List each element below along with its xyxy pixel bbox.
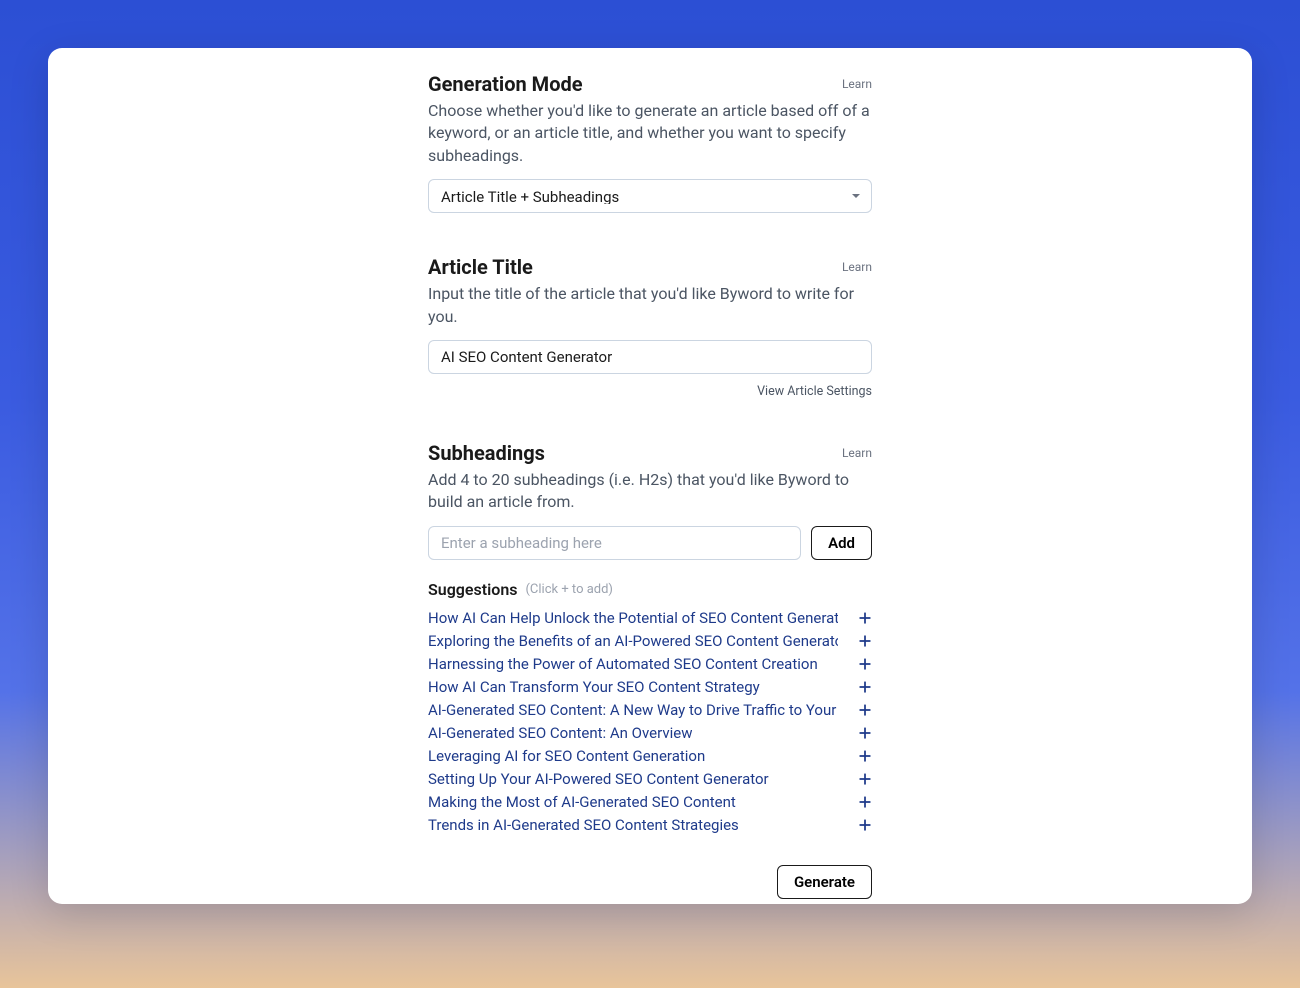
- plus-icon[interactable]: [858, 795, 872, 809]
- subheading-input[interactable]: [428, 526, 801, 560]
- suggestion-text: AI-Generated SEO Content: An Overview: [428, 724, 692, 742]
- article-title-input[interactable]: [428, 340, 872, 374]
- generate-button[interactable]: Generate: [777, 865, 872, 899]
- form-card: Generation Mode Learn Choose whether you…: [48, 48, 1252, 904]
- subheadings-title: Subheadings: [428, 441, 545, 465]
- suggestion-item: AI-Generated SEO Content: A New Way to D…: [428, 699, 872, 722]
- generation-mode-section: Generation Mode Learn Choose whether you…: [428, 72, 872, 213]
- view-article-settings-link[interactable]: View Article Settings: [757, 384, 872, 399]
- generation-mode-select[interactable]: Article Title + Subheadings: [428, 179, 872, 213]
- suggestion-text: Trends in AI-Generated SEO Content Strat…: [428, 816, 739, 834]
- learn-link[interactable]: Learn: [842, 77, 872, 91]
- plus-icon[interactable]: [858, 726, 872, 740]
- section-header: Generation Mode Learn: [428, 72, 872, 96]
- suggestion-item: How AI Can Help Unlock the Potential of …: [428, 607, 872, 630]
- plus-icon[interactable]: [858, 611, 872, 625]
- section-header: Subheadings Learn: [428, 441, 872, 465]
- generation-mode-title: Generation Mode: [428, 72, 583, 96]
- plus-icon[interactable]: [858, 680, 872, 694]
- suggestion-text: AI-Generated SEO Content: A New Way to D…: [428, 701, 838, 719]
- suggestion-item: Trends in AI-Generated SEO Content Strat…: [428, 814, 872, 837]
- suggestion-text: Making the Most of AI-Generated SEO Cont…: [428, 793, 736, 811]
- learn-link[interactable]: Learn: [842, 446, 872, 460]
- suggestion-item: Making the Most of AI-Generated SEO Cont…: [428, 791, 872, 814]
- plus-icon[interactable]: [858, 772, 872, 786]
- suggestion-text: Leveraging AI for SEO Content Generation: [428, 747, 705, 765]
- subheading-input-row: Add: [428, 526, 872, 560]
- suggestion-text: Setting Up Your AI-Powered SEO Content G…: [428, 770, 769, 788]
- suggestion-item: How AI Can Transform Your SEO Content St…: [428, 676, 872, 699]
- suggestions-list: How AI Can Help Unlock the Potential of …: [428, 607, 872, 837]
- plus-icon[interactable]: [858, 657, 872, 671]
- suggestion-item: Leveraging AI for SEO Content Generation: [428, 745, 872, 768]
- suggestion-text: How AI Can Transform Your SEO Content St…: [428, 678, 760, 696]
- suggestion-item: Harnessing the Power of Automated SEO Co…: [428, 653, 872, 676]
- learn-link[interactable]: Learn: [842, 260, 872, 274]
- section-header: Article Title Learn: [428, 255, 872, 279]
- subheadings-section: Subheadings Learn Add 4 to 20 subheading…: [428, 441, 872, 899]
- article-title-section: Article Title Learn Input the title of t…: [428, 255, 872, 399]
- article-title-heading: Article Title: [428, 255, 533, 279]
- suggestion-text: Exploring the Benefits of an AI-Powered …: [428, 632, 838, 650]
- plus-icon[interactable]: [858, 634, 872, 648]
- generate-row: Generate: [428, 865, 872, 899]
- suggestion-text: Harnessing the Power of Automated SEO Co…: [428, 655, 818, 673]
- subheadings-description: Add 4 to 20 subheadings (i.e. H2s) that …: [428, 469, 872, 514]
- suggestion-item: AI-Generated SEO Content: An Overview: [428, 722, 872, 745]
- suggestions-title: Suggestions: [428, 580, 517, 599]
- add-button[interactable]: Add: [811, 526, 872, 560]
- suggestion-item: Setting Up Your AI-Powered SEO Content G…: [428, 768, 872, 791]
- settings-link-row: View Article Settings: [428, 380, 872, 399]
- generation-mode-description: Choose whether you'd like to generate an…: [428, 100, 872, 167]
- plus-icon[interactable]: [858, 818, 872, 832]
- suggestions-hint: (Click + to add): [525, 582, 612, 597]
- suggestion-text: How AI Can Help Unlock the Potential of …: [428, 609, 838, 627]
- form-content: Generation Mode Learn Choose whether you…: [428, 72, 872, 880]
- plus-icon[interactable]: [858, 703, 872, 717]
- suggestion-item: Exploring the Benefits of an AI-Powered …: [428, 630, 872, 653]
- generation-mode-select-wrapper: Article Title + Subheadings: [428, 179, 872, 213]
- article-title-description: Input the title of the article that you'…: [428, 283, 872, 328]
- plus-icon[interactable]: [858, 749, 872, 763]
- suggestions-header: Suggestions (Click + to add): [428, 580, 872, 599]
